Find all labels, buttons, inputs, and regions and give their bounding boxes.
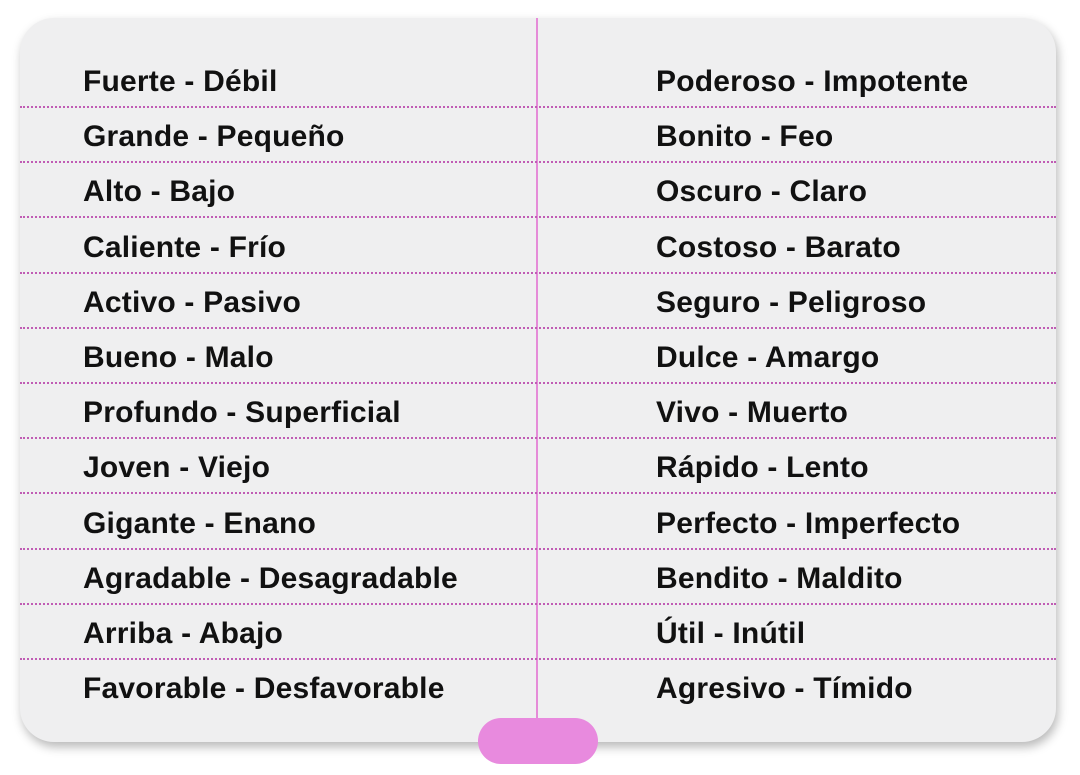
word-pair-right-1: Poderoso - Impotente [656, 65, 969, 98]
word-pair-right-4: Costoso - Barato [656, 230, 901, 264]
row-separator [20, 216, 1056, 219]
row-separator [20, 106, 1056, 108]
word-pair-right-7: Vivo - Muerto [656, 396, 849, 430]
bottom-tab [478, 718, 598, 764]
word-pair-left-12: Favorable - Desfavorable [83, 672, 445, 706]
word-pair-right-8: Rápido - Lento [656, 451, 869, 485]
word-pair-left-2: Grande - Pequeño [83, 120, 345, 154]
word-pair-left-5: Activo - Pasivo [83, 285, 302, 319]
word-pair-right-11: Útil - Inútil [656, 617, 806, 650]
word-pair-left-3: Alto - Bajo [83, 175, 236, 209]
row-separator [20, 161, 1056, 164]
column-divider [536, 18, 538, 742]
word-pair-left-7: Profundo - Superficial [83, 396, 401, 430]
word-pair-right-5: Seguro - Peligroso [656, 285, 927, 319]
row-separator [20, 326, 1056, 329]
row-separator [20, 492, 1056, 495]
word-pair-right-10: Bendito - Maldito [656, 561, 903, 595]
row-separator [20, 382, 1056, 384]
word-pair-left-4: Caliente - Frío [83, 230, 287, 264]
word-pair-left-1: Fuerte - Débil [83, 65, 278, 98]
word-pair-right-9: Perfecto - Imperfecto [656, 506, 961, 540]
word-pair-right-12: Agresivo - Tímido [656, 672, 913, 706]
row-separator [20, 658, 1056, 660]
word-pair-left-10: Agradable - Desagradable [83, 561, 458, 595]
word-pair-left-8: Joven - Viejo [83, 451, 271, 485]
word-pair-right-2: Bonito - Feo [656, 120, 834, 154]
word-pair-right-6: Dulce - Amargo [656, 341, 880, 374]
word-pair-left-11: Arriba - Abajo [83, 617, 284, 650]
word-pairs-card: Fuerte - Débil Grande - Pequeño Alto - Baj… [20, 18, 1056, 742]
row-separator [20, 271, 1056, 274]
word-pair-right-3: Oscuro - Claro [656, 175, 868, 209]
row-separator [20, 547, 1056, 550]
row-separator [20, 437, 1056, 440]
row-separator [20, 602, 1056, 605]
word-pair-left-6: Bueno - Malo [83, 341, 274, 374]
word-pair-left-9: Gigante - Enano [83, 506, 317, 540]
